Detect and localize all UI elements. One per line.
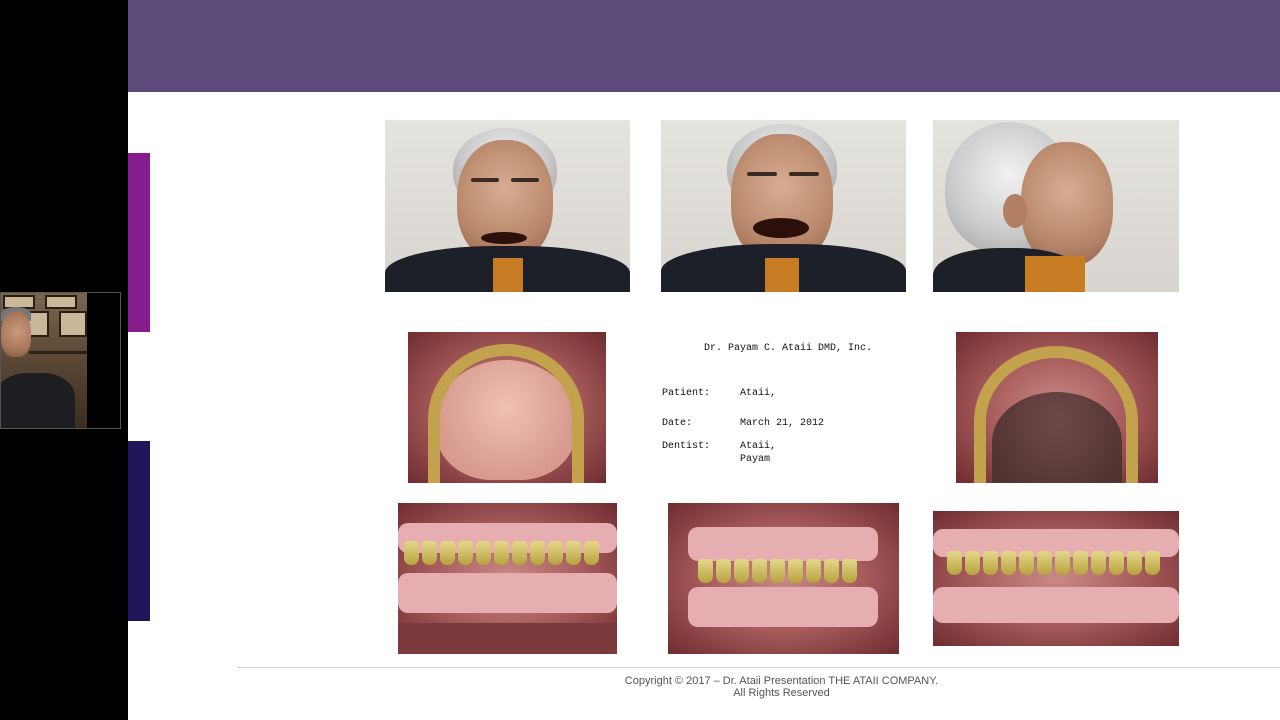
bookshelf [29, 351, 87, 354]
slide-header-bar [128, 0, 1280, 92]
date-value: March 21, 2012 [740, 418, 825, 429]
lower-arch-occlusal-photo [956, 332, 1158, 483]
wall-frame [45, 295, 77, 309]
accent-bar-magenta [128, 153, 150, 332]
patient-front-smile-photo [385, 120, 630, 292]
wall-frame [59, 311, 87, 337]
dentist-value-line2: Payam [740, 454, 771, 465]
webcam-background [1, 293, 87, 428]
frontal-teeth-photo [668, 503, 899, 654]
presenter-shirt [1, 373, 75, 428]
copyright-footer: Copyright © 2017 – Dr. Ataii Presentatio… [558, 675, 1005, 699]
practice-name: Dr. Payam C. Ataii DMD, Inc. [704, 343, 873, 354]
dentist-label: Dentist: [662, 441, 711, 452]
left-buccal-teeth-photo [933, 511, 1179, 646]
presentation-slide: Dr. Payam C. Ataii DMD, Inc. Patient: At… [128, 0, 1280, 720]
dentist-value-line1: Ataii, [740, 441, 777, 452]
date-label: Date: [662, 418, 693, 429]
rights-line: All Rights Reserved [733, 687, 830, 699]
presenter-webcam-video[interactable] [0, 292, 121, 429]
patient-profile-photo [933, 120, 1179, 292]
patient-front-open-mouth-photo [661, 120, 906, 292]
upper-arch-occlusal-photo [408, 332, 606, 483]
footer-divider [238, 667, 1280, 668]
accent-bar-navy [128, 441, 150, 621]
presenter-face [1, 311, 31, 357]
patient-label: Patient: [662, 388, 711, 399]
copyright-line: Copyright © 2017 – Dr. Ataii Presentatio… [624, 675, 939, 687]
right-buccal-teeth-photo [398, 503, 617, 654]
patient-value: Ataii, [740, 388, 777, 399]
